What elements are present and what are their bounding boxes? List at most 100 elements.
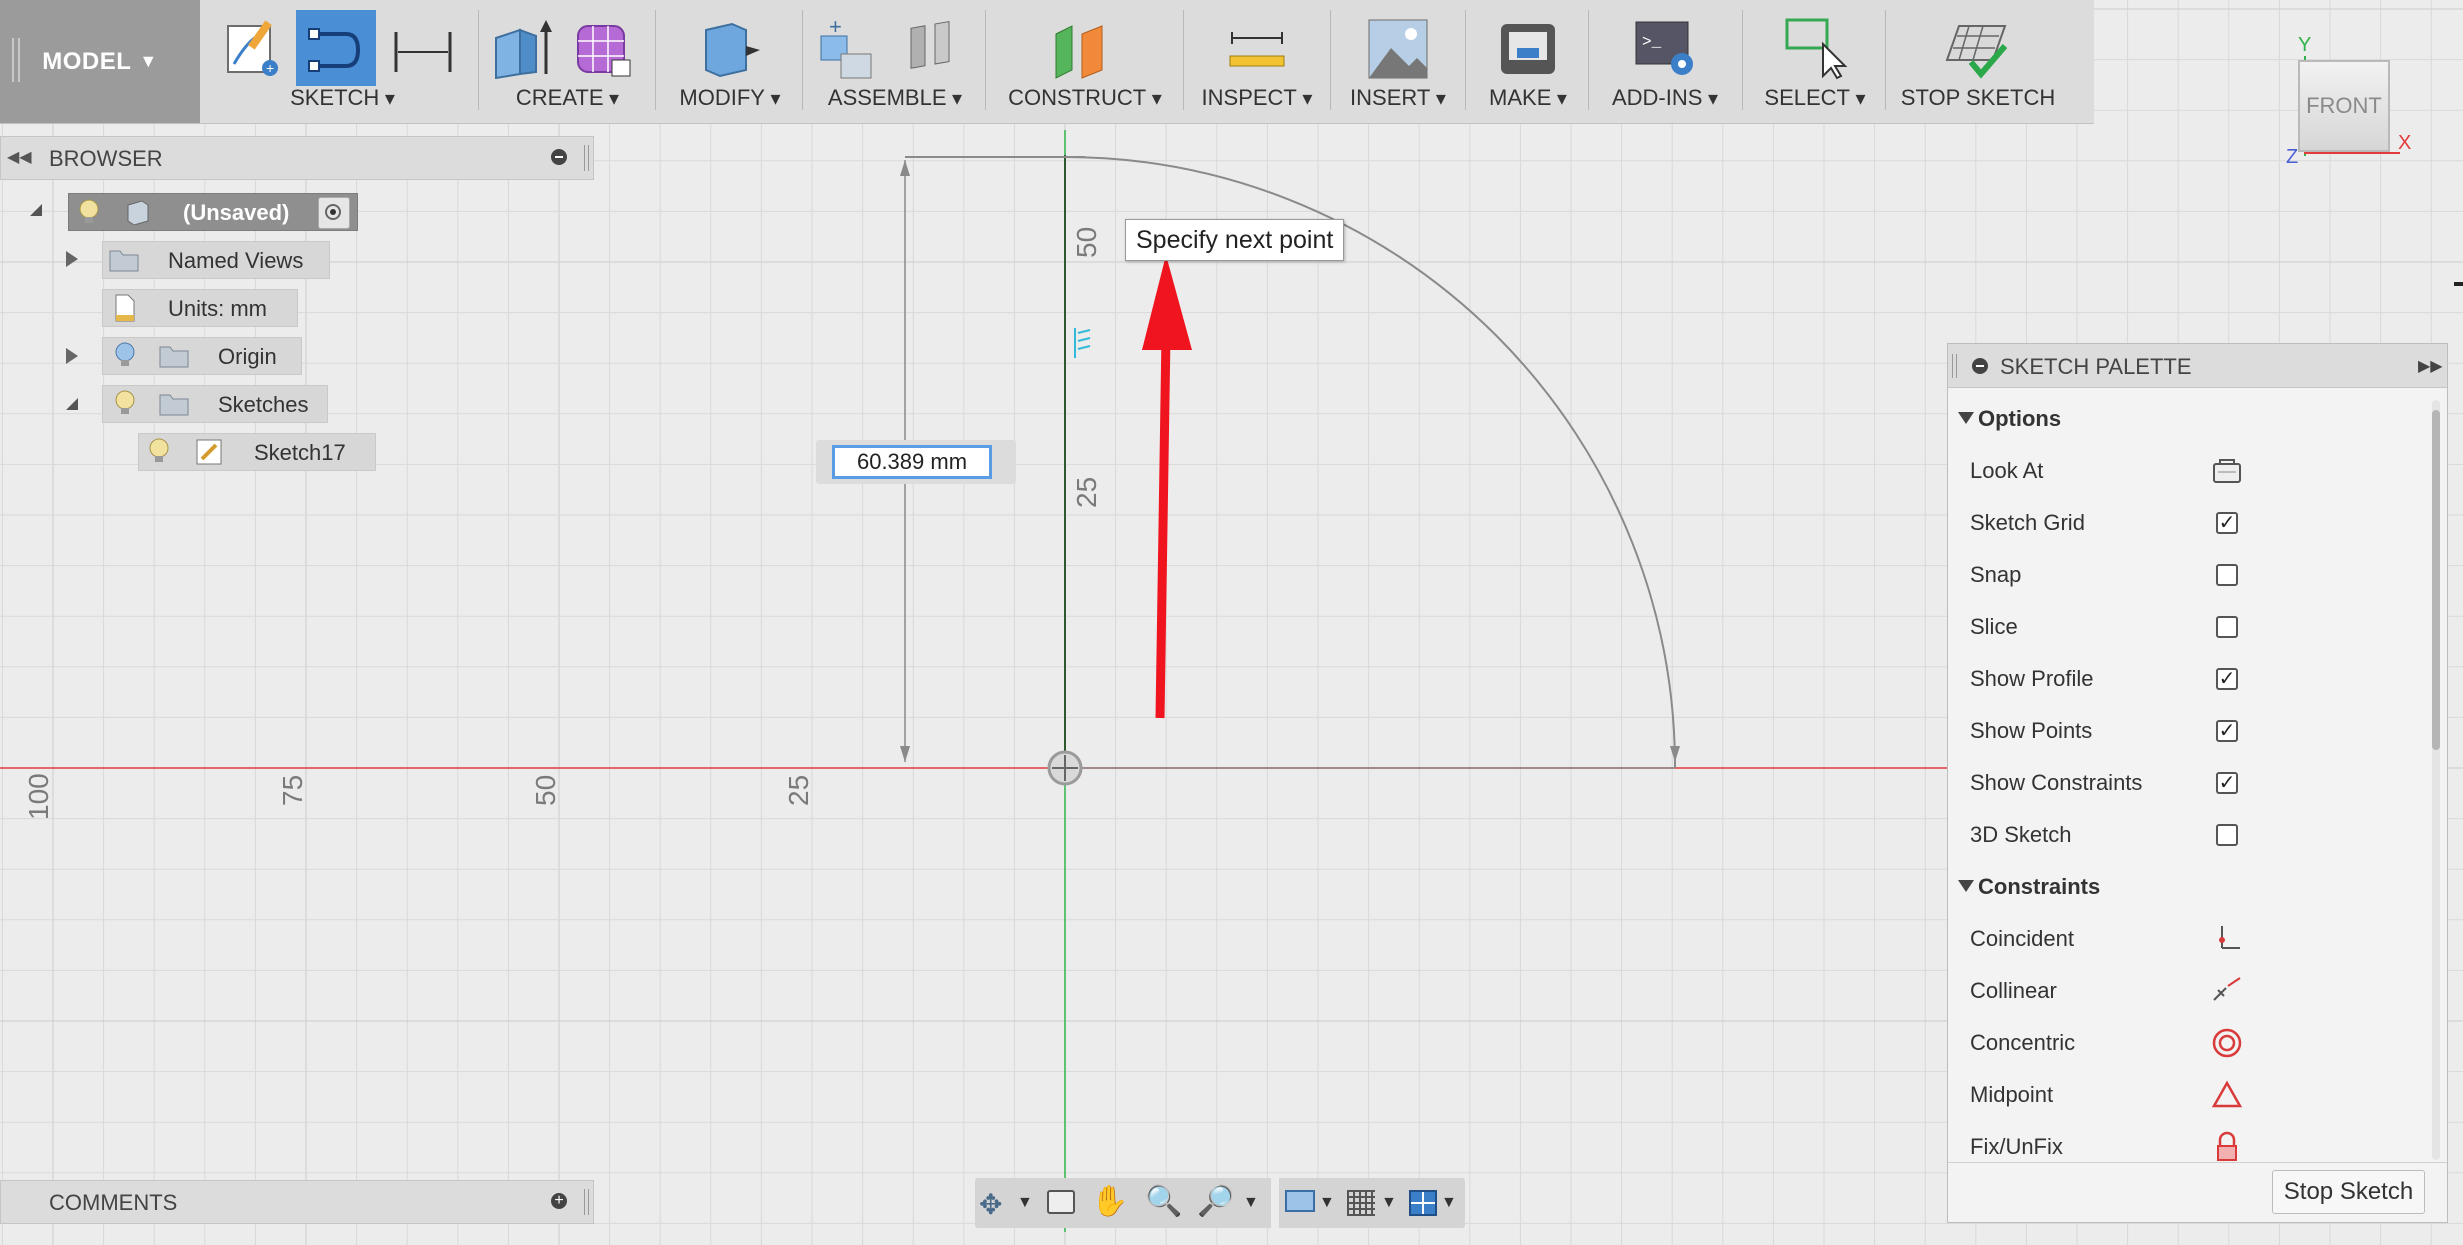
collinear-icon[interactable] (2210, 974, 2244, 1008)
fit-icon[interactable]: 🔎 (1197, 1184, 1234, 1219)
sketch-grid-checkbox[interactable]: ✓ (2216, 512, 2238, 534)
workspace-switcher[interactable]: MODEL ▼ (0, 0, 200, 123)
insert-image-icon[interactable] (1365, 16, 1431, 82)
select-group-label[interactable]: SELECT (1745, 85, 1885, 111)
3d-print-icon[interactable] (1495, 16, 1561, 82)
stop-sketch-group[interactable]: STOP SKETCH (1888, 0, 2068, 123)
palette-header[interactable]: SKETCH PALETTE ▶▶ (1948, 344, 2447, 388)
construct-group[interactable]: CONSTRUCT (990, 0, 1180, 123)
option-snap[interactable]: Snap (1970, 550, 2410, 602)
joint-icon[interactable] (901, 16, 967, 82)
sketch-group[interactable]: + SKETCH (210, 0, 475, 123)
snap-checkbox[interactable] (2216, 564, 2238, 586)
lightbulb-icon[interactable] (112, 389, 138, 419)
chevron-down-icon[interactable]: ▼ (1017, 1194, 1033, 1212)
panel-grip[interactable] (584, 145, 589, 171)
modify-group-label[interactable]: MODIFY (660, 85, 800, 111)
create-sketch-icon[interactable]: + (220, 16, 286, 82)
modify-group[interactable]: MODIFY (660, 0, 800, 123)
option-show-profile[interactable]: Show Profile ✓ (1970, 654, 2410, 706)
chevron-down-icon[interactable]: ▼ (1243, 1194, 1259, 1212)
toolbar-grip[interactable] (12, 38, 20, 82)
lock-icon[interactable] (2210, 1130, 2244, 1162)
select-group[interactable]: SELECT (1745, 0, 1885, 123)
extrude-icon[interactable] (490, 16, 556, 82)
browser-minimize-icon[interactable] (551, 149, 567, 165)
option-3d-sketch[interactable]: 3D Sketch (1970, 810, 2410, 862)
line-tool-selected[interactable] (296, 10, 376, 86)
expand-palette-icon[interactable]: ▶▶ (2418, 356, 2443, 376)
add-ins-group-label[interactable]: ADD-INS (1590, 85, 1740, 111)
sketch-dimension-icon[interactable] (390, 16, 456, 82)
option-slice[interactable]: Slice (1970, 602, 2410, 654)
offset-plane-icon[interactable] (1050, 16, 1116, 82)
chevron-down-icon[interactable]: ▼ (1381, 1194, 1397, 1212)
sketch-group-label[interactable]: SKETCH (210, 85, 475, 111)
make-group[interactable]: MAKE (1468, 0, 1588, 123)
viewports-icon[interactable] (1409, 1190, 1437, 1216)
grid-settings-icon[interactable] (1347, 1190, 1375, 1216)
add-ins-group[interactable]: >_ ADD-INS (1590, 0, 1740, 123)
press-pull-icon[interactable] (696, 16, 762, 82)
expanded-triangle-icon[interactable] (66, 398, 78, 410)
stop-sketch-label[interactable]: STOP SKETCH (1888, 85, 2068, 111)
lightbulb-icon[interactable] (112, 341, 138, 371)
constraint-fix-unfix[interactable]: Fix/UnFix (1970, 1122, 2410, 1162)
browser-header[interactable]: ◀◀ BROWSER (0, 136, 594, 180)
pan-icon[interactable]: ✋ (1091, 1184, 1128, 1219)
add-comment-icon[interactable]: + (551, 1193, 567, 1209)
inspect-group[interactable]: INSPECT (1187, 0, 1327, 123)
collapse-panel-icon[interactable]: ◀◀ (7, 147, 32, 167)
show-constraints-checkbox[interactable]: ✓ (2216, 772, 2238, 794)
insert-group-label[interactable]: INSERT (1333, 85, 1463, 111)
look-at-icon[interactable] (1047, 1190, 1075, 1214)
palette-scrollbar[interactable] (2432, 400, 2440, 1160)
collapsed-triangle-icon[interactable] (66, 251, 78, 267)
make-group-label[interactable]: MAKE (1468, 85, 1588, 111)
look-at-icon[interactable] (2210, 454, 2244, 488)
stop-sketch-icon[interactable] (1945, 16, 2011, 82)
assemble-group[interactable]: + ASSEMBLE (805, 0, 985, 123)
display-settings-icon[interactable] (1285, 1190, 1315, 1212)
create-group[interactable]: CREATE (480, 0, 655, 123)
palette-scrollbar-thumb[interactable] (2432, 410, 2440, 750)
viewcube[interactable]: FRONT (2298, 60, 2390, 152)
create-group-label[interactable]: CREATE (480, 85, 655, 111)
3d-sketch-checkbox[interactable] (2216, 824, 2238, 846)
zoom-icon[interactable]: 🔍 (1145, 1184, 1182, 1219)
palette-minimize-icon[interactable] (1972, 358, 1988, 374)
collapsed-triangle-icon[interactable] (66, 348, 78, 364)
show-points-checkbox[interactable]: ✓ (2216, 720, 2238, 742)
constraint-coincident[interactable]: Coincident (1970, 914, 2410, 966)
option-look-at[interactable]: Look At (1970, 446, 2410, 498)
coincident-icon[interactable] (2210, 922, 2244, 956)
lightbulb-icon[interactable] (146, 437, 172, 467)
scripts-icon[interactable]: >_ (1632, 16, 1698, 82)
chevron-down-icon[interactable]: ▼ (1441, 1194, 1457, 1212)
show-profile-checkbox[interactable]: ✓ (2216, 668, 2238, 690)
midpoint-icon[interactable] (2210, 1078, 2244, 1112)
stop-sketch-button[interactable]: Stop Sketch (2272, 1170, 2425, 1214)
palette-grip[interactable] (1952, 354, 1957, 378)
constraint-concentric[interactable]: Concentric (1970, 1018, 2410, 1070)
dimension-input[interactable] (832, 445, 992, 479)
concentric-icon[interactable] (2210, 1026, 2244, 1060)
inspect-group-label[interactable]: INSPECT (1187, 85, 1327, 111)
chevron-down-icon[interactable]: ▼ (1319, 1194, 1335, 1212)
constraints-section-header[interactable]: Constraints (1956, 862, 2396, 914)
activate-radio[interactable] (318, 197, 350, 229)
assemble-group-label[interactable]: ASSEMBLE (805, 85, 985, 111)
lightbulb-icon[interactable] (76, 198, 102, 226)
expanded-triangle-icon[interactable] (30, 204, 42, 216)
select-cursor-icon[interactable] (1783, 16, 1849, 82)
measure-icon[interactable] (1224, 16, 1290, 82)
form-icon[interactable] (570, 16, 636, 82)
new-component-icon[interactable]: + (815, 16, 881, 82)
insert-group[interactable]: INSERT (1333, 0, 1463, 123)
constraint-midpoint[interactable]: Midpoint (1970, 1070, 2410, 1122)
slice-checkbox[interactable] (2216, 616, 2238, 638)
option-sketch-grid[interactable]: Sketch Grid ✓ (1970, 498, 2410, 550)
comments-header[interactable]: COMMENTS + (0, 1180, 594, 1224)
options-section-header[interactable]: Options (1956, 394, 2396, 446)
constraint-collinear[interactable]: Collinear (1970, 966, 2410, 1018)
